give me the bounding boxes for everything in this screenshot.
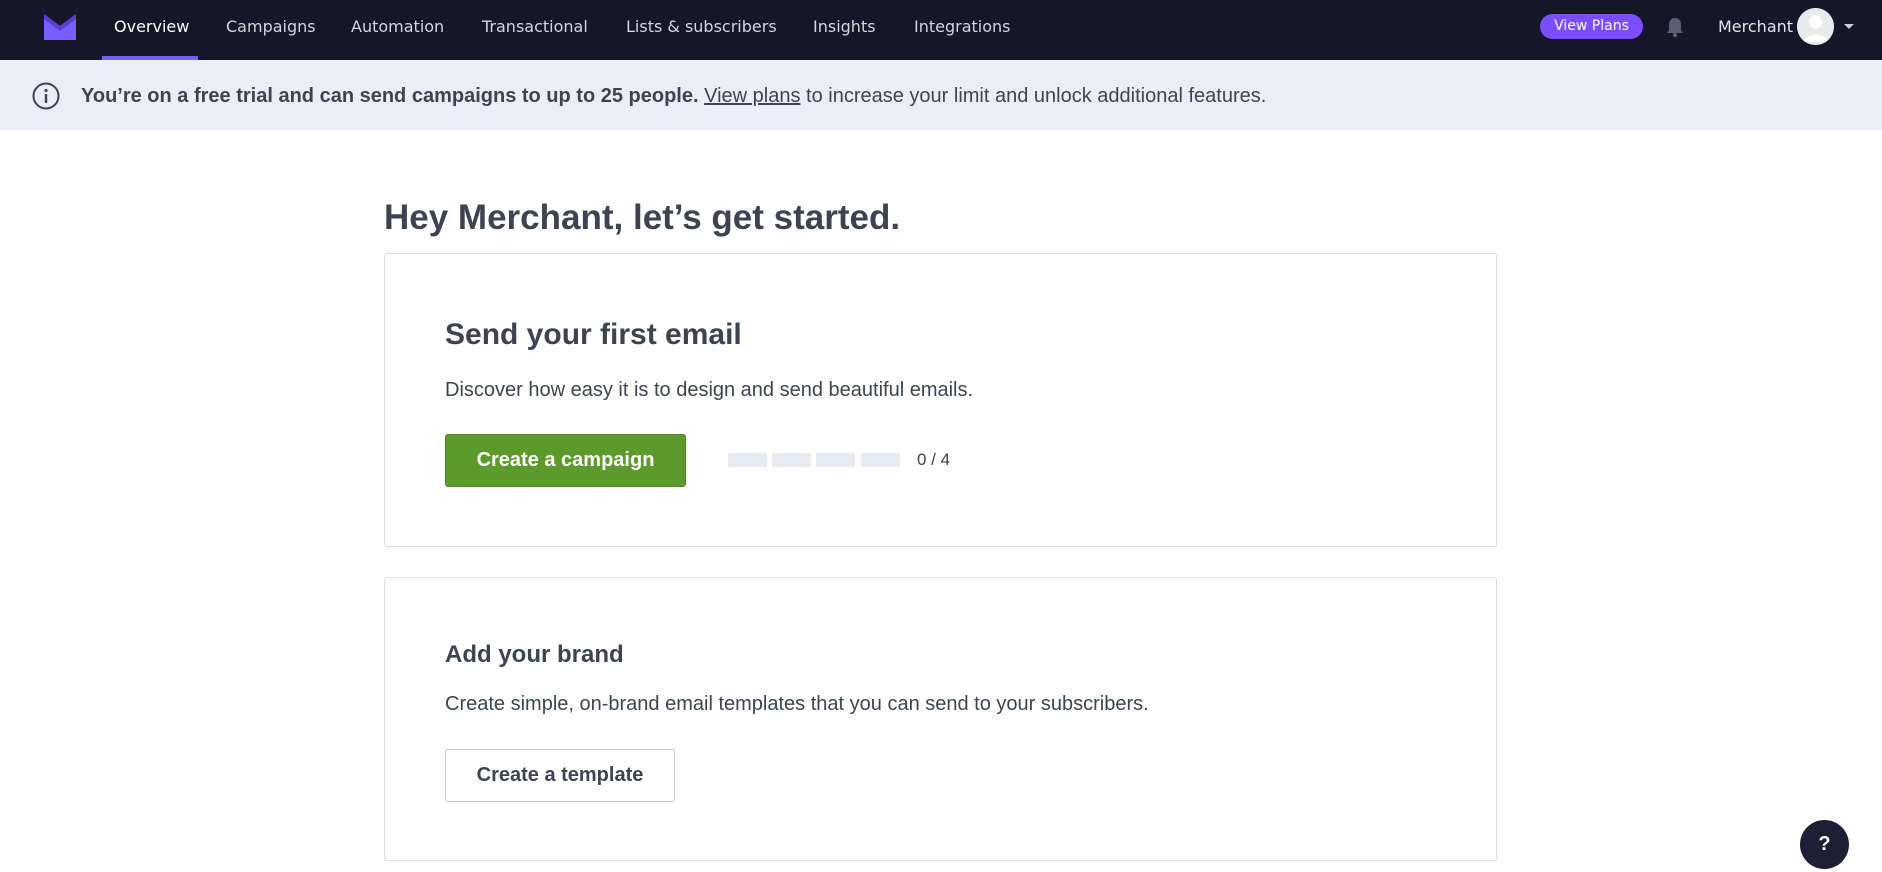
top-navigation-bar: Overview Campaigns Automation Transactio… (0, 0, 1882, 60)
tab-integrations[interactable]: Integrations (914, 0, 1011, 60)
trial-banner-trailing-text: to increase your limit and unlock additi… (800, 85, 1267, 107)
trial-banner-bold-text: You’re on a free trial and can send camp… (81, 85, 699, 107)
progress-segment (861, 453, 900, 467)
add-brand-card: Add your brand Create simple, on-brand e… (384, 577, 1497, 861)
mail-logo-icon[interactable] (44, 14, 76, 40)
user-name[interactable]: Merchant (1718, 16, 1793, 38)
tab-insights[interactable]: Insights (813, 0, 876, 60)
trial-banner: You’re on a free trial and can send camp… (0, 60, 1882, 130)
card-title: Add your brand (445, 641, 624, 668)
create-template-button[interactable]: Create a template (445, 749, 675, 802)
help-button[interactable]: ? (1800, 820, 1849, 869)
tab-campaigns[interactable]: Campaigns (226, 0, 316, 60)
progress-count: 0 / 4 (917, 450, 951, 469)
bell-icon[interactable] (1664, 16, 1686, 38)
view-plans-button[interactable]: View Plans (1540, 14, 1643, 39)
trial-banner-text: You’re on a free trial and can send camp… (81, 84, 1266, 108)
tab-lists-subscribers[interactable]: Lists & subscribers (626, 0, 777, 60)
tab-overview[interactable]: Overview (114, 0, 189, 60)
create-campaign-button[interactable]: Create a campaign (445, 434, 686, 487)
progress-bar (728, 453, 900, 467)
card-description: Create simple, on-brand email templates … (445, 693, 1149, 715)
card-title: Send your first email (445, 318, 742, 351)
info-icon (32, 82, 60, 110)
caret-down-icon[interactable] (1844, 24, 1854, 29)
card-description: Discover how easy it is to design and se… (445, 379, 974, 401)
tab-automation[interactable]: Automation (351, 0, 444, 60)
progress-segment (728, 453, 767, 467)
user-avatar-icon[interactable] (1797, 8, 1834, 45)
progress-segment (772, 453, 811, 467)
page-title: Hey Merchant, let’s get started. (384, 198, 901, 237)
send-first-email-card: Send your first email Discover how easy … (384, 253, 1497, 547)
tab-transactional[interactable]: Transactional (482, 0, 588, 60)
view-plans-link[interactable]: View plans (704, 85, 800, 107)
progress-segment (816, 453, 855, 467)
